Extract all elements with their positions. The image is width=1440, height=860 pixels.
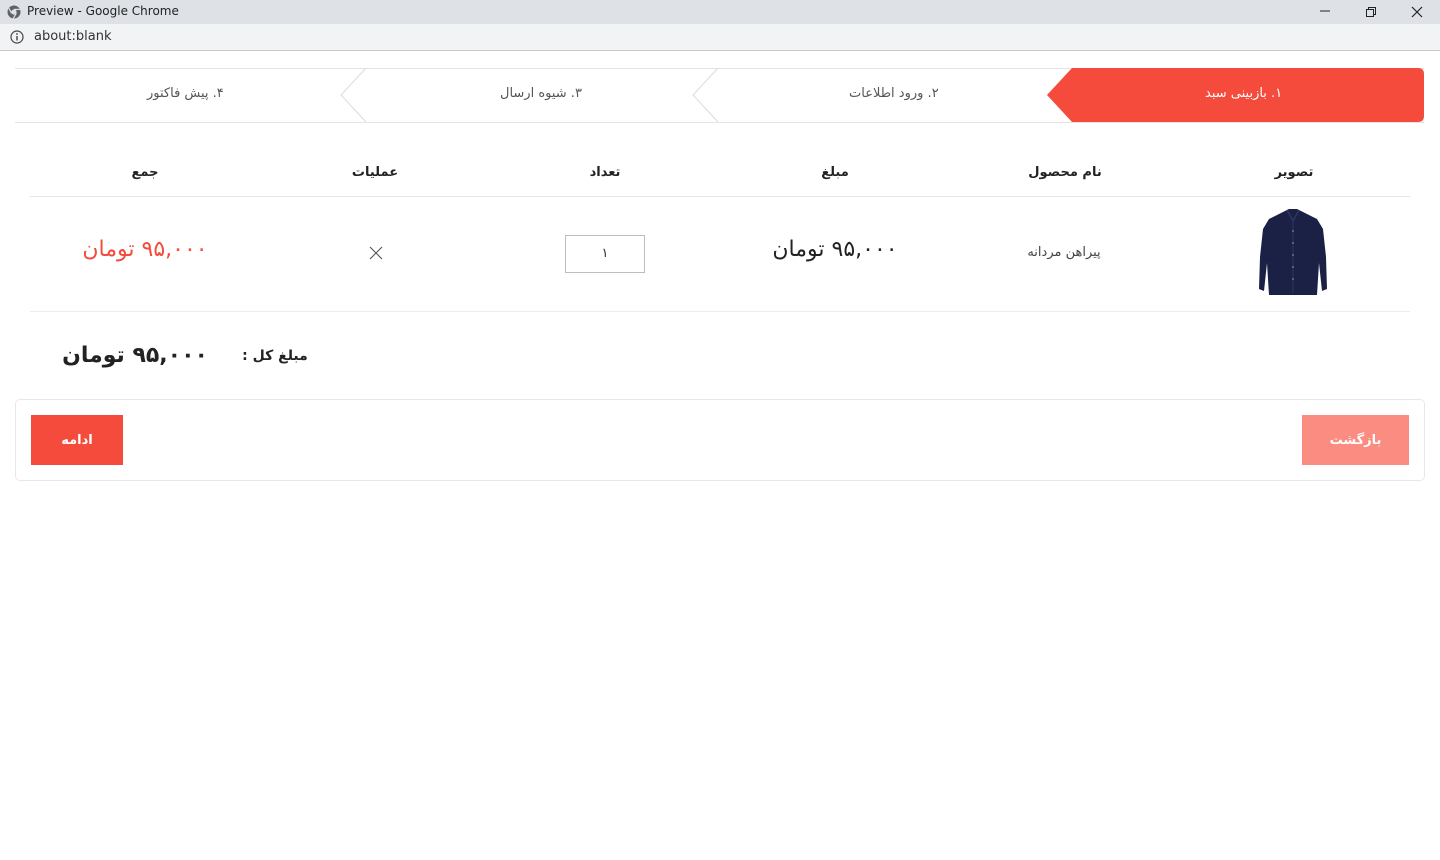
window-titlebar: Preview - Google Chrome — [0, 0, 1440, 24]
minimize-button[interactable] — [1302, 0, 1348, 24]
step-info-entry[interactable]: ۲. ورود اطلاعات — [849, 86, 939, 101]
continue-button[interactable]: ادامه — [31, 415, 123, 465]
checkout-stepper: ۱. بازبینی سبد ۲. ورود اطلاعات ۳. شیوه ا… — [15, 68, 1424, 123]
close-icon — [1411, 6, 1423, 18]
header-product-name: نام محصول — [1028, 165, 1102, 180]
address-bar[interactable]: about:blank — [0, 24, 1440, 51]
quantity-input[interactable]: ۱ — [565, 235, 645, 273]
chrome-icon — [7, 5, 21, 19]
step-shipping-method[interactable]: ۳. شیوه ارسال — [500, 86, 582, 101]
table-row: پیراهن مردانه ۹۵,۰۰۰ تومان ۱ ۹۵,۰۰۰ توما… — [30, 197, 1410, 312]
cart-table-header: تصویر نام محصول مبلغ تعداد عملیات جمع — [30, 150, 1410, 197]
shirt-image — [1259, 209, 1327, 295]
url-text: about:blank — [34, 29, 112, 44]
header-image: تصویر — [1274, 165, 1314, 180]
total-label: مبلغ کل : — [242, 348, 308, 364]
step-invoice[interactable]: ۴. پیش فاکتور — [147, 86, 224, 101]
header-quantity: تعداد — [589, 165, 621, 180]
restore-icon — [1366, 7, 1376, 17]
window-title: Preview - Google Chrome — [27, 4, 179, 18]
restore-button[interactable] — [1348, 0, 1394, 24]
close-icon[interactable] — [368, 245, 384, 261]
header-price: مبلغ — [821, 165, 849, 180]
row-sum: ۹۵,۰۰۰ تومان — [82, 237, 208, 262]
product-name[interactable]: پیراهن مردانه — [964, 245, 1164, 260]
step-cart-review[interactable]: ۱. بازبینی سبد — [1205, 86, 1282, 101]
info-icon — [10, 30, 24, 44]
minimize-icon — [1320, 10, 1330, 12]
total-value: ۹۵,۰۰۰ تومان — [62, 343, 208, 368]
back-button[interactable]: بازگشت — [1302, 415, 1409, 465]
header-sum: جمع — [131, 165, 159, 180]
header-actions: عملیات — [351, 165, 399, 180]
product-price: ۹۵,۰۰۰ تومان — [772, 237, 898, 262]
actions-bar: بازگشت ادامه — [15, 399, 1425, 481]
close-window-button[interactable] — [1394, 0, 1440, 24]
